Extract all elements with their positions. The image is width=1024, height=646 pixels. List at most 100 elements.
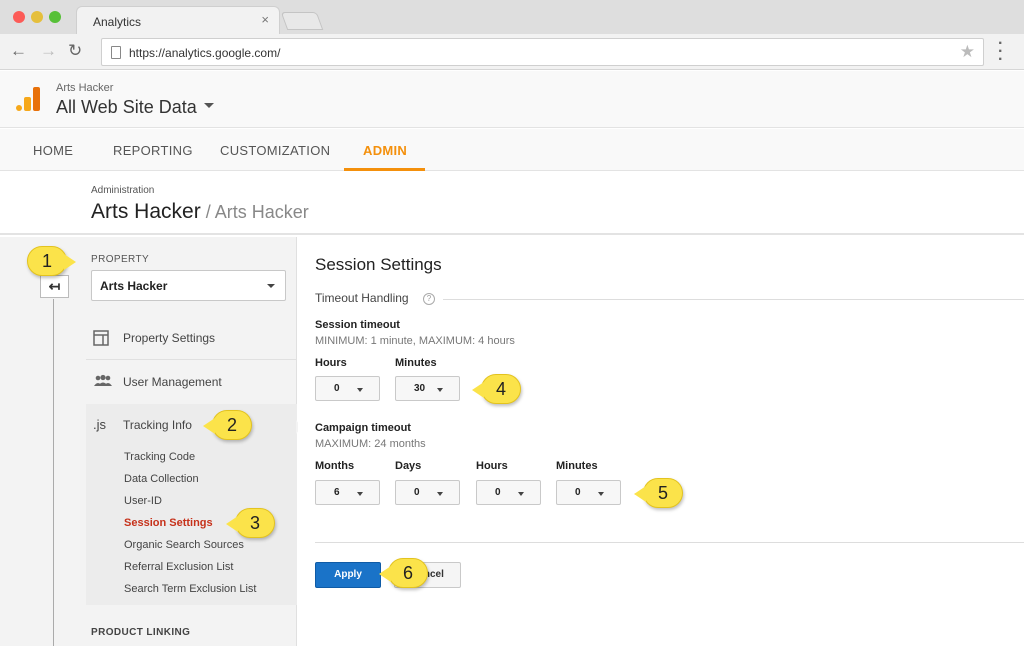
session-timeout-hint: MINIMUM: 1 minute, MAXIMUM: 4 hours	[315, 335, 515, 347]
callout-5: 5	[634, 478, 683, 508]
breadcrumb[interactable]: Administration	[91, 185, 154, 196]
callout-number: 4	[495, 379, 506, 399]
bookmark-star-icon[interactable]: ★	[960, 42, 975, 62]
active-tab-indicator	[344, 168, 425, 171]
main-nav: HOME REPORTING CUSTOMIZATION ADMIN	[0, 129, 1024, 171]
chevron-down-icon[interactable]	[204, 103, 214, 108]
organic-search-sources-link[interactable]: Organic Search Sources	[124, 539, 244, 551]
campaign-hours-select[interactable]: 0	[476, 480, 541, 505]
callout-6: 6	[379, 558, 428, 588]
session-timeout-label: Session timeout	[315, 319, 400, 331]
nav-customization[interactable]: CUSTOMIZATION	[220, 143, 330, 158]
tree-line	[53, 299, 54, 646]
campaign-months-select[interactable]: 6	[315, 480, 380, 505]
page-header: Administration Arts Hacker / Arts Hacker	[0, 172, 1024, 235]
analytics-header: Arts Hacker All Web Site Data	[0, 71, 1024, 128]
hours-label: Hours	[315, 357, 347, 369]
js-icon: .js	[93, 417, 106, 432]
menu-tracking-info[interactable]: .js Tracking Info	[86, 404, 296, 447]
session-hours-select[interactable]: 0	[315, 376, 380, 401]
forward-arrow-icon[interactable]: →	[40, 42, 57, 60]
search-term-exclusion-list-link[interactable]: Search Term Exclusion List	[124, 583, 256, 595]
page-title-main: Arts Hacker	[91, 200, 201, 223]
callout-number: 6	[402, 563, 413, 583]
browser-menu-icon[interactable]: · · ·	[998, 36, 1003, 68]
section-title: Session Settings	[315, 255, 442, 274]
property-select-value: Arts Hacker	[100, 279, 168, 293]
callout-number: 1	[41, 251, 52, 271]
menu-user-management[interactable]: User Management	[86, 361, 296, 404]
days-label: Days	[395, 460, 422, 472]
admin-sidebar: ↤ PROPERTY Arts Hacker Property Settings…	[0, 237, 302, 646]
property-label: PROPERTY	[91, 254, 150, 265]
view-selector[interactable]: All Web Site Data	[56, 97, 197, 118]
referral-exclusion-list-link[interactable]: Referral Exclusion List	[124, 561, 233, 573]
chevron-down-icon	[357, 388, 363, 392]
tracking-code-link[interactable]: Tracking Code	[124, 451, 195, 463]
callout-1: 1	[27, 246, 76, 276]
users-icon	[93, 374, 113, 391]
select-value: 30	[414, 383, 426, 394]
select-value: 6	[334, 487, 340, 498]
browser-tab[interactable]: Analytics ×	[76, 6, 280, 34]
new-tab-button[interactable]	[280, 12, 324, 30]
chevron-down-icon	[357, 492, 363, 496]
nav-reporting[interactable]: REPORTING	[113, 143, 193, 158]
campaign-days-select[interactable]: 0	[395, 480, 460, 505]
property-select[interactable]: Arts Hacker	[91, 270, 286, 301]
select-value: 0	[334, 383, 340, 394]
apply-button[interactable]: Apply	[315, 562, 381, 588]
tab-strip: Analytics ×	[0, 0, 1024, 34]
data-collection-link[interactable]: Data Collection	[124, 473, 199, 485]
help-icon[interactable]: ?	[423, 293, 435, 305]
back-arrow-icon[interactable]: ←	[10, 42, 27, 60]
reload-icon[interactable]: ↻	[68, 42, 82, 60]
account-name: Arts Hacker	[56, 82, 114, 94]
campaign-minutes-select[interactable]: 0	[556, 480, 621, 505]
tracking-info-section: .js Tracking Info Tracking Code Data Col…	[86, 404, 297, 605]
menu-label: Property Settings	[123, 331, 216, 345]
page-icon	[111, 46, 121, 59]
callout-number: 3	[249, 513, 260, 533]
back-button[interactable]: ↤	[40, 275, 69, 298]
browser-chrome: Analytics × ← → ↻ https://analytics.goog…	[0, 0, 1024, 70]
select-value: 0	[414, 487, 420, 498]
callout-2: 2	[203, 410, 252, 440]
chevron-down-icon	[437, 388, 443, 392]
browser-toolbar: ← → ↻ https://analytics.google.com/ ★ · ·…	[0, 34, 1024, 70]
callout-number: 2	[226, 415, 237, 435]
chevron-down-icon	[437, 492, 443, 496]
page-title: Arts Hacker / Arts Hacker	[91, 200, 309, 224]
minimize-window-icon[interactable]	[31, 11, 43, 23]
user-id-link[interactable]: User-ID	[124, 495, 162, 507]
url-text: https://analytics.google.com/	[129, 46, 281, 60]
callout-4: 4	[472, 374, 521, 404]
session-minutes-select[interactable]: 30	[395, 376, 460, 401]
menu-label: Tracking Info	[123, 418, 192, 432]
minutes-label: Minutes	[395, 357, 437, 369]
callout-3: 3	[226, 508, 275, 538]
months-label: Months	[315, 460, 355, 472]
tab-title: Analytics	[93, 15, 142, 29]
divider	[443, 299, 1024, 300]
maximize-window-icon[interactable]	[49, 11, 61, 23]
layout-icon	[93, 330, 109, 349]
callout-number: 5	[657, 483, 668, 503]
campaign-timeout-hint: MAXIMUM: 24 months	[315, 438, 426, 450]
page-title-sub: / Arts Hacker	[200, 202, 309, 222]
chevron-down-icon	[518, 492, 524, 496]
nav-admin[interactable]: ADMIN	[363, 143, 407, 158]
menu-property-settings[interactable]: Property Settings	[86, 317, 296, 360]
tab-close-icon[interactable]: ×	[261, 12, 269, 27]
product-linking-heading: PRODUCT LINKING	[91, 627, 191, 638]
session-settings-link[interactable]: Session Settings	[124, 517, 213, 529]
nav-home[interactable]: HOME	[33, 143, 73, 158]
address-bar[interactable]: https://analytics.google.com/ ★	[101, 38, 984, 66]
divider	[315, 542, 1024, 543]
select-value: 0	[495, 487, 501, 498]
close-window-icon[interactable]	[13, 11, 25, 23]
analytics-logo-icon[interactable]	[16, 87, 40, 111]
select-value: 0	[575, 487, 581, 498]
campaign-hours-label: Hours	[476, 460, 508, 472]
menu-label: User Management	[123, 375, 222, 389]
